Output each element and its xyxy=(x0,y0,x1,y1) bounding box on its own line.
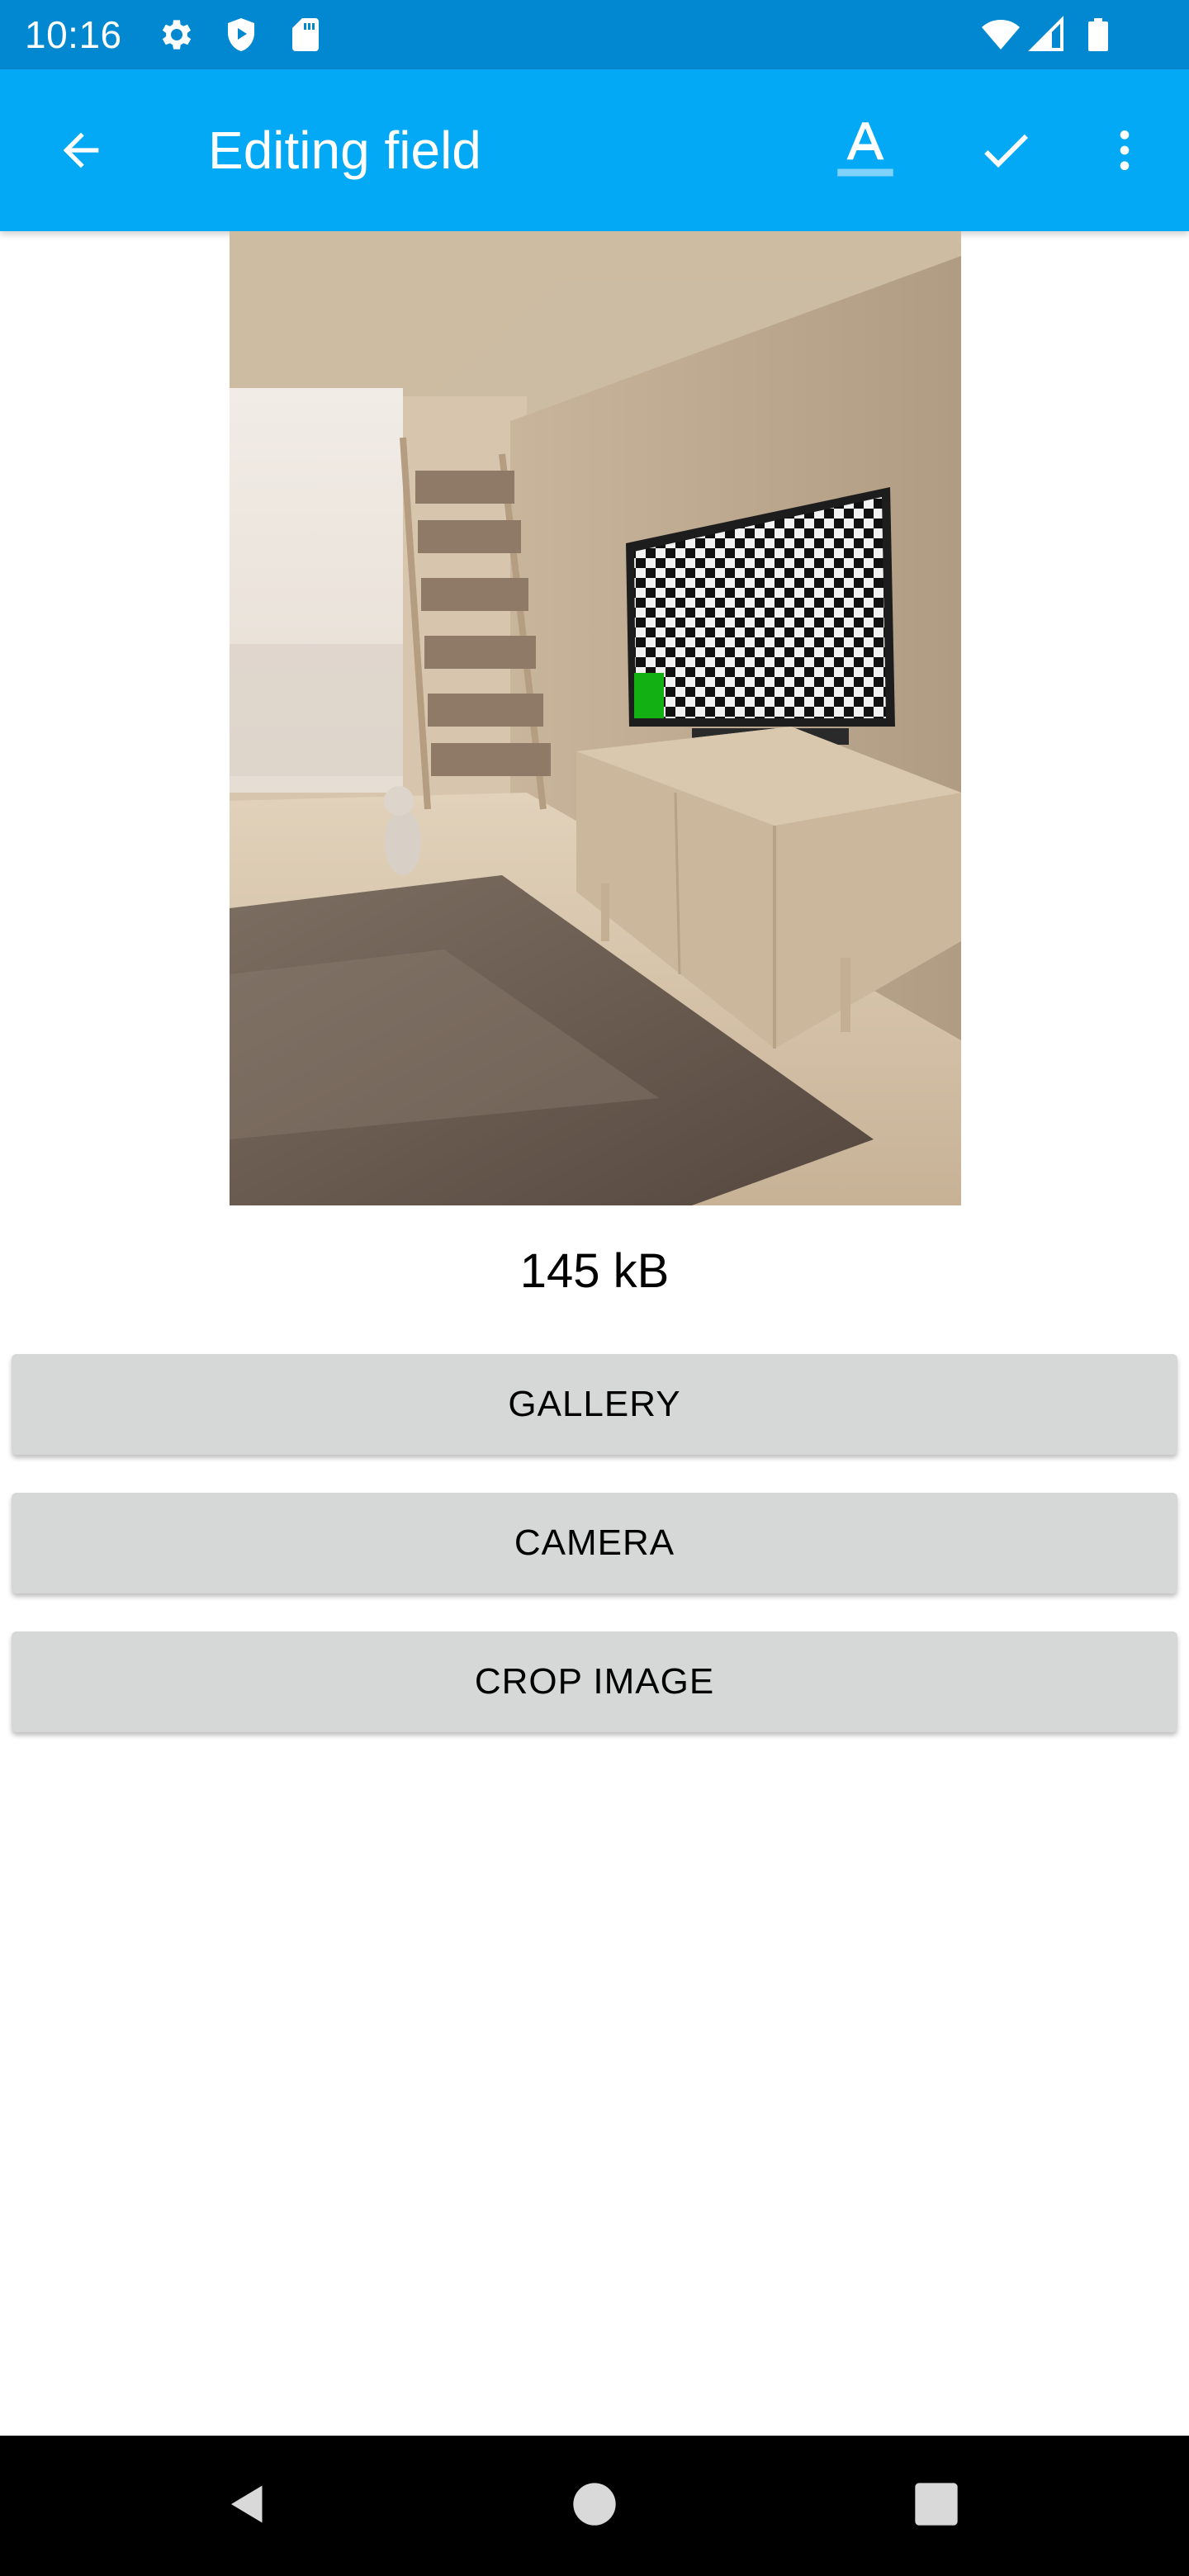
more-vert-icon xyxy=(1098,124,1151,177)
crop-image-button[interactable]: CROP IMAGE xyxy=(12,1631,1177,1732)
image-preview xyxy=(230,231,961,1205)
status-time: 10:16 xyxy=(25,13,122,56)
settings-icon xyxy=(157,15,197,54)
nav-recents-button[interactable] xyxy=(887,2456,986,2555)
recents-square-icon xyxy=(913,2481,959,2531)
status-bar: 10:16 xyxy=(0,0,1189,69)
shield-play-icon xyxy=(221,15,261,54)
text-format-icon xyxy=(828,113,902,187)
nav-back-button[interactable] xyxy=(198,2456,297,2555)
battery-icon xyxy=(1078,15,1118,54)
system-nav-bar xyxy=(0,2436,1189,2576)
file-size-label: 145 kB xyxy=(519,1244,670,1298)
back-triangle-icon xyxy=(223,2479,272,2533)
app-bar: Editing field xyxy=(0,69,1189,231)
confirm-button[interactable] xyxy=(959,104,1052,197)
sd-card-icon xyxy=(286,15,325,54)
home-circle-icon xyxy=(571,2481,618,2531)
check-icon xyxy=(976,121,1035,180)
back-button[interactable] xyxy=(35,104,127,197)
text-format-button[interactable] xyxy=(819,104,912,197)
page-title: Editing field xyxy=(208,121,481,180)
more-options-button[interactable] xyxy=(1078,104,1171,197)
nav-home-button[interactable] xyxy=(545,2456,644,2555)
cell-signal-icon xyxy=(1027,15,1067,54)
wifi-icon xyxy=(981,15,1021,54)
gallery-button[interactable]: GALLERY xyxy=(12,1354,1177,1455)
camera-button[interactable]: CAMERA xyxy=(12,1493,1177,1593)
arrow-back-icon xyxy=(54,124,107,177)
